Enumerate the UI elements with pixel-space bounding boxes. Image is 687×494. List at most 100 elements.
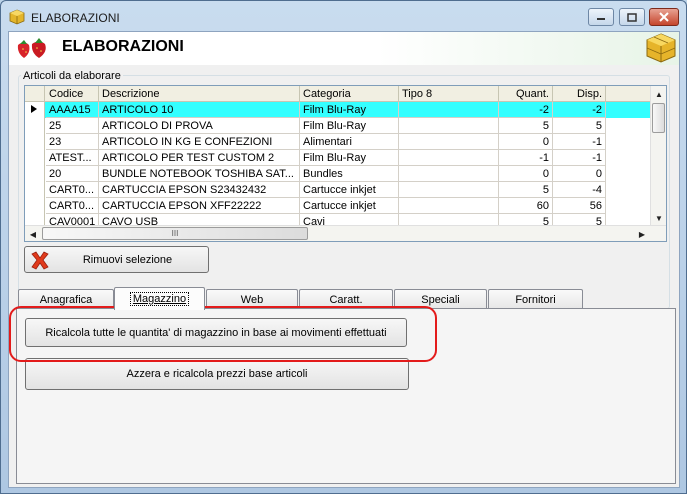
minimize-button[interactable]: [588, 8, 614, 26]
cell-quant[interactable]: 5: [499, 118, 553, 134]
col-quant[interactable]: Quant.: [499, 86, 553, 102]
col-descrizione[interactable]: Descrizione: [99, 86, 300, 102]
remove-selection-label: Rimuovi selezione: [82, 253, 173, 266]
cell-codice[interactable]: 25: [46, 118, 99, 134]
grid-header: Codice Descrizione Categoria Tipo 8 Quan…: [25, 86, 651, 102]
grid-horizontal-scrollbar[interactable]: ◀ III ▶: [25, 225, 666, 241]
col-tipo8[interactable]: Tipo 8: [399, 86, 499, 102]
tab-fornitori-label: Fornitori: [515, 293, 556, 306]
cell-categoria[interactable]: Cartucce inkjet: [300, 182, 399, 198]
row-indicator[interactable]: [25, 134, 45, 150]
cell-categoria[interactable]: Cartucce inkjet: [300, 198, 399, 214]
cell-disp[interactable]: -1: [553, 150, 606, 166]
boxes-icon: [646, 33, 676, 63]
cell-codice[interactable]: 23: [46, 134, 99, 150]
tab-caratt-label: Caratt.: [329, 293, 363, 306]
row-indicator-header: [25, 86, 45, 102]
main-window: ELABORAZIONI ELABORAZIONI Articoli da el…: [0, 0, 687, 494]
articles-grid[interactable]: Codice Descrizione Categoria Tipo 8 Quan…: [24, 85, 667, 242]
cell-descrizione[interactable]: ARTICOLO DI PROVA: [99, 118, 300, 134]
row-indicator[interactable]: [25, 198, 45, 214]
cell-codice[interactable]: CART0...: [46, 198, 99, 214]
cell-disp[interactable]: -4: [553, 182, 606, 198]
title-bar[interactable]: ELABORAZIONI: [1, 1, 686, 31]
cell-descrizione[interactable]: CARTUCCIA EPSON XFF22222: [99, 198, 300, 214]
articles-groupbox-label: Articoli da elaborare: [21, 70, 123, 82]
table-row[interactable]: 25 ARTICOLO DI PROVA Film Blu-Ray 5 5: [25, 118, 651, 134]
vertical-scroll-thumb[interactable]: [652, 103, 665, 133]
maximize-button[interactable]: [619, 8, 645, 26]
cell-quant[interactable]: 5: [499, 182, 553, 198]
tab-web-label: Web: [240, 293, 264, 306]
cell-codice[interactable]: 20: [46, 166, 99, 182]
table-row[interactable]: ATEST... ARTICOLO PER TEST CUSTOM 2 Film B…: [25, 150, 651, 166]
cell-descrizione[interactable]: ARTICOLO PER TEST CUSTOM 2: [99, 150, 300, 166]
row-indicator[interactable]: [25, 166, 45, 182]
remove-selection-button[interactable]: Rimuovi selezione: [24, 246, 209, 273]
col-filler: [606, 86, 651, 102]
cell-quant[interactable]: -1: [499, 150, 553, 166]
cell-descrizione[interactable]: BUNDLE NOTEBOOK TOSHIBA SAT...: [99, 166, 300, 182]
reset-prices-button[interactable]: Azzera e ricalcola prezzi base articoli: [25, 358, 409, 390]
cell-disp[interactable]: 56: [553, 198, 606, 214]
scroll-left-icon[interactable]: ◀: [25, 226, 41, 241]
red-x-icon: [31, 251, 49, 270]
red-highlight-outline: [9, 306, 437, 362]
col-disp[interactable]: Disp.: [553, 86, 606, 102]
cell-descrizione[interactable]: CARTUCCIA EPSON S23432432: [99, 182, 300, 198]
header-banner: ELABORAZIONI: [9, 32, 679, 65]
tab-magazzino[interactable]: Magazzino: [114, 287, 205, 310]
cell-tipo[interactable]: [399, 182, 499, 198]
cell-descrizione[interactable]: ARTICOLO IN KG E CONFEZIONI: [99, 134, 300, 150]
cell-disp[interactable]: 0: [553, 166, 606, 182]
row-indicator[interactable]: [25, 182, 45, 198]
cell-codice[interactable]: ATEST...: [46, 150, 99, 166]
cell-tipo[interactable]: [399, 166, 499, 182]
cell-codice[interactable]: AAAA15: [46, 102, 99, 118]
tab-speciali-label: Speciali: [421, 293, 460, 306]
maximize-icon: [627, 12, 637, 22]
cell-quant[interactable]: -2: [499, 102, 553, 118]
cell-disp[interactable]: -2: [553, 102, 606, 118]
col-codice[interactable]: Codice: [46, 86, 99, 102]
scroll-down-icon[interactable]: ▼: [651, 210, 666, 226]
grid-vertical-scrollbar[interactable]: ▲ ▼: [650, 86, 666, 226]
tab-anagrafica-label: Anagrafica: [39, 293, 93, 306]
cell-tipo[interactable]: [399, 102, 499, 118]
cell-categoria[interactable]: Film Blu-Ray: [300, 102, 399, 118]
cell-disp[interactable]: -1: [553, 134, 606, 150]
cell-categoria[interactable]: Alimentari: [300, 134, 399, 150]
cell-categoria[interactable]: Film Blu-Ray: [300, 150, 399, 166]
banner-title: ELABORAZIONI: [62, 38, 184, 55]
cell-descrizione[interactable]: ARTICOLO 10: [99, 102, 300, 118]
table-row[interactable]: CART0... CARTUCCIA EPSON S23432432 Cartucc…: [25, 182, 651, 198]
strawberries-icon: [17, 38, 46, 58]
row-indicator[interactable]: [25, 150, 45, 166]
table-row[interactable]: 23 ARTICOLO IN KG E CONFEZIONI Alimentari 0…: [25, 134, 651, 150]
cell-quant[interactable]: 0: [499, 166, 553, 182]
cell-tipo[interactable]: [399, 150, 499, 166]
scroll-up-icon[interactable]: ▲: [651, 86, 666, 102]
cell-quant[interactable]: 0: [499, 134, 553, 150]
row-indicator[interactable]: [25, 102, 45, 118]
row-indicator[interactable]: [25, 118, 45, 134]
table-row[interactable]: 20 BUNDLE NOTEBOOK TOSHIBA SAT... Bundles 0…: [25, 166, 651, 182]
cell-codice[interactable]: CART0...: [46, 182, 99, 198]
tab-fornitori[interactable]: Fornitori: [488, 289, 583, 309]
scroll-right-icon[interactable]: ▶: [634, 226, 650, 241]
cell-categoria[interactable]: Bundles: [300, 166, 399, 182]
cell-tipo[interactable]: [399, 198, 499, 214]
col-categoria[interactable]: Categoria: [300, 86, 399, 102]
package-icon: [9, 9, 25, 25]
table-row[interactable]: AAAA15 ARTICOLO 10 Film Blu-Ray -2 -2: [25, 102, 651, 118]
minimize-icon: [597, 18, 605, 20]
cell-disp[interactable]: 5: [553, 118, 606, 134]
cell-quant[interactable]: 60: [499, 198, 553, 214]
cell-categoria[interactable]: Film Blu-Ray: [300, 118, 399, 134]
table-row[interactable]: CART0... CARTUCCIA EPSON XFF22222 Cartucce…: [25, 198, 651, 214]
cell-tipo[interactable]: [399, 118, 499, 134]
horizontal-scroll-thumb[interactable]: III: [42, 227, 308, 240]
window-title: ELABORAZIONI: [31, 11, 120, 25]
close-button[interactable]: [649, 8, 679, 26]
cell-tipo[interactable]: [399, 134, 499, 150]
